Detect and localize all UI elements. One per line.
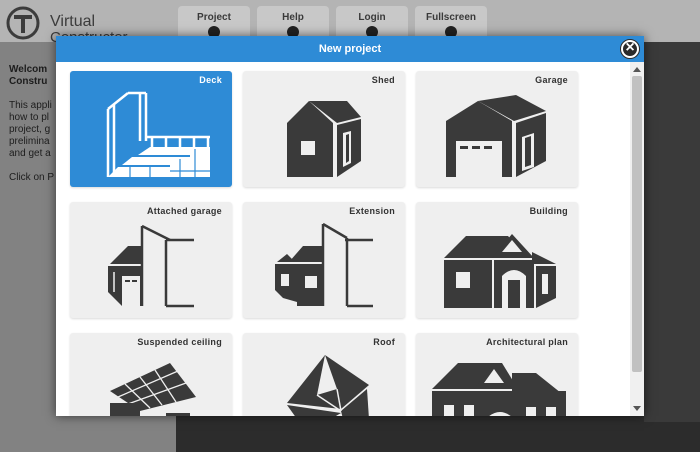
close-icon[interactable] — [620, 38, 640, 59]
welcome-text-2: how to pl — [9, 112, 50, 123]
architectural-plan-icon — [432, 363, 566, 416]
login-button-label: Login — [358, 12, 386, 23]
tile-suspended-ceiling[interactable]: Suspended ceiling — [70, 333, 232, 416]
tile-extension[interactable]: Extension — [243, 202, 405, 318]
logo-text-1: Virtual — [50, 13, 96, 30]
tile-attached-garage[interactable]: Attached garage — [70, 202, 232, 318]
tile-building[interactable]: Building — [416, 202, 578, 318]
welcome-text-5: and get a — [9, 148, 51, 159]
attached-garage-icon — [108, 224, 194, 308]
project-button-label: Project — [197, 12, 231, 23]
fullscreen-button-label: Fullscreen — [425, 12, 477, 23]
welcome-text-3: project, g — [9, 124, 51, 135]
extension-icon — [275, 222, 373, 308]
help-button-label: Help — [282, 12, 304, 23]
roof-icon — [287, 355, 369, 416]
welcome-text-1: This appli — [9, 100, 52, 111]
tile-deck[interactable]: Deck — [70, 71, 232, 187]
dialog-body: Deck Shed Garage Attached garage Extensi… — [56, 62, 644, 416]
deck-icon — [106, 91, 210, 177]
scroll-up-icon[interactable] — [633, 67, 641, 72]
welcome-text-6: Click on P — [9, 172, 55, 183]
suspended-ceiling-icon — [110, 363, 196, 416]
dialog-scrollbar[interactable] — [630, 62, 644, 416]
dialog-header: New project — [56, 36, 644, 62]
scroll-down-icon[interactable] — [633, 406, 641, 411]
welcome-text-4: prelimina — [9, 136, 50, 147]
welcome-title-1: Welcom — [9, 64, 48, 75]
garage-icon — [446, 95, 546, 177]
dialog-title: New project — [318, 43, 382, 55]
scroll-thumb[interactable] — [632, 76, 642, 372]
tile-shed[interactable]: Shed — [243, 71, 405, 187]
tile-garage[interactable]: Garage — [416, 71, 578, 187]
building-icon — [444, 234, 556, 308]
logo-icon — [6, 6, 40, 40]
tile-architectural-plan[interactable]: Architectural plan — [416, 333, 578, 416]
canvas-strip — [644, 42, 700, 422]
tile-roof[interactable]: Roof — [243, 333, 405, 416]
logo: Virtual Constructor — [6, 6, 146, 46]
shed-icon — [287, 101, 361, 177]
new-project-dialog: New project Deck — [56, 36, 644, 416]
welcome-title-2: Constru — [9, 76, 48, 87]
